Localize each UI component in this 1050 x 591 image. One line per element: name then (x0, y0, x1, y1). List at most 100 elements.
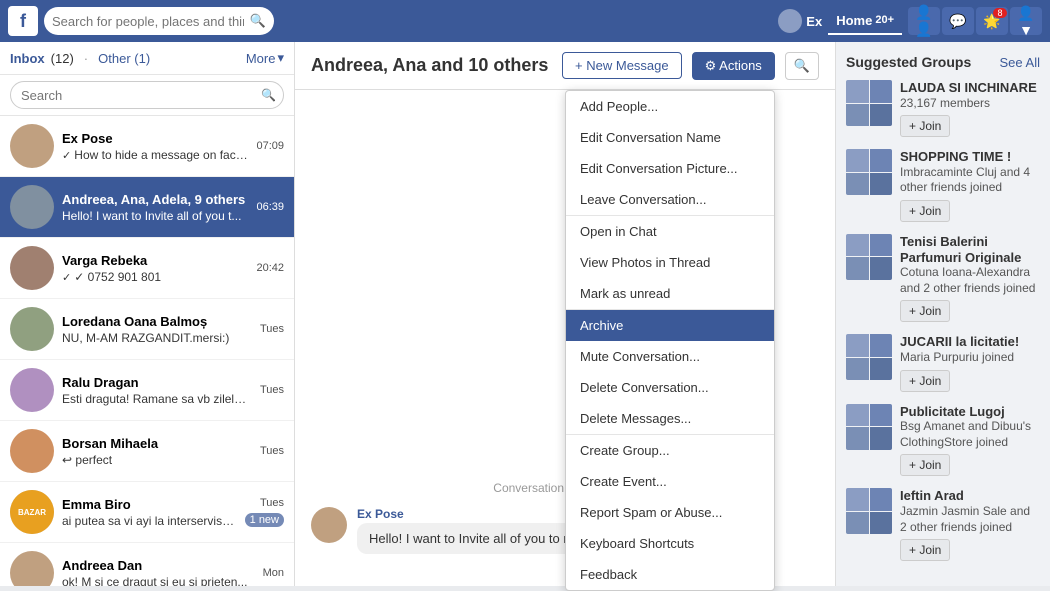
group-sub: Maria Purpuriu joined (900, 350, 1040, 366)
dropdown-item-create-event[interactable]: Create Event... (566, 466, 774, 497)
join-button[interactable]: + Join (900, 370, 950, 392)
group-info: SHOPPING TIME ! Imbracaminte Cluj and 4 … (900, 149, 1040, 222)
messages-button[interactable]: 💬 (942, 7, 974, 35)
conversation-item[interactable]: Borsan Mihaela ↩ perfect Tues (0, 421, 294, 482)
group-name: LAUDA SI INCHINARE (900, 80, 1040, 96)
conv-info: Ralu Dragan Esti draguta! Ramane sa vb z… (62, 375, 252, 406)
conversation-item[interactable]: Varga Rebeka ✓ ✓ 0752 901 801 20:42 (0, 238, 294, 299)
dropdown-item-mark-unread[interactable]: Mark as unread (566, 278, 774, 309)
inbox-count: (12) (51, 51, 74, 66)
conversation-item[interactable]: Ex Pose ✓ How to hide a message on face.… (0, 116, 294, 177)
dropdown-item-keyboard[interactable]: Keyboard Shortcuts (566, 528, 774, 559)
inbox-tab[interactable]: Inbox (10, 51, 45, 66)
other-tab[interactable]: Other (1) (98, 51, 150, 66)
conv-name: Andreea, Ana, Adela, 9 others (62, 192, 248, 207)
join-button[interactable]: + Join (900, 454, 950, 476)
message-avatar (311, 507, 347, 543)
notifications-button[interactable]: 🌟 8 (976, 7, 1008, 35)
dropdown-item-delete-msg[interactable]: Delete Messages... (566, 403, 774, 434)
group-item-tenisi: Tenisi Balerini Parfumuri Originale Cotu… (846, 234, 1040, 322)
dropdown-item-view-photos[interactable]: View Photos in Thread (566, 247, 774, 278)
conversation-item[interactable]: BAZAR Emma Biro ai putea sa vi ayi la in… (0, 482, 294, 543)
avatar (10, 185, 54, 229)
search-input[interactable] (52, 14, 244, 29)
conversation-item[interactable]: Loredana Oana Balmoș NU, M-AM RAZGANDIT.… (0, 299, 294, 360)
facebook-logo[interactable]: f (8, 6, 38, 36)
conv-name: Loredana Oana Balmoș (62, 314, 252, 329)
conv-time: Mon (263, 567, 284, 579)
conversation-title: Andreea, Ana and 10 others (311, 55, 552, 76)
dropdown-item-add-people[interactable]: Add People... (566, 91, 774, 122)
group-item-shopping: SHOPPING TIME ! Imbracaminte Cluj and 4 … (846, 149, 1040, 222)
conv-time: 20:42 (256, 262, 284, 274)
conv-info: Andreea Dan ok! M si ce dragut si eu si … (62, 558, 255, 587)
main-area: Andreea, Ana and 10 others + New Message… (295, 42, 835, 586)
conv-meta: Tues (260, 384, 284, 396)
search-bar[interactable]: 🔍 (44, 7, 274, 35)
conv-info: Borsan Mihaela ↩ perfect (62, 436, 252, 467)
dropdown-item-edit-name[interactable]: Edit Conversation Name (566, 122, 774, 153)
group-sub: Bsg Amanet and Dibuu's ClothingStore joi… (900, 419, 1040, 450)
join-button[interactable]: + Join (900, 300, 950, 322)
avatar (10, 307, 54, 351)
join-button[interactable]: + Join (900, 200, 950, 222)
conv-search-icon: 🔍 (261, 88, 276, 102)
more-button[interactable]: More ▾ (246, 50, 284, 66)
avatar: BAZAR (10, 490, 54, 534)
dropdown-item-create-group[interactable]: Create Group... (566, 435, 774, 466)
group-item-lauda: LAUDA SI INCHINARE 23,167 members + Join (846, 80, 1040, 137)
account-menu-button[interactable]: 👤 ▼ (1010, 7, 1042, 35)
join-button[interactable]: + Join (900, 115, 950, 137)
home-button[interactable]: Home 20+ (828, 7, 902, 35)
avatar (10, 429, 54, 473)
new-message-button[interactable]: + New Message (562, 52, 682, 79)
dropdown-item-delete-conv[interactable]: Delete Conversation... (566, 372, 774, 403)
conversation-list: Ex Pose ✓ How to hide a message on face.… (0, 116, 294, 586)
conv-preview: Hello! I want to Invite all of you t... (62, 209, 248, 223)
conv-search-input[interactable] (10, 81, 284, 109)
search-message-button[interactable]: 🔍 (785, 52, 819, 80)
group-avatar (846, 334, 892, 380)
actions-button[interactable]: ⚙ Actions (692, 52, 775, 80)
dropdown-item-feedback[interactable]: Feedback (566, 559, 774, 590)
group-avatar (846, 149, 892, 195)
left-sidebar: Inbox (12) · Other (1) More ▾ 🔍 Ex Pose … (0, 42, 295, 586)
conv-time: Tues (260, 445, 284, 457)
group-item-publicitate: Publicitate Lugoj Bsg Amanet and Dibuu's… (846, 404, 1040, 477)
dropdown-item-mute[interactable]: Mute Conversation... (566, 341, 774, 372)
conversation-item[interactable]: Ralu Dragan Esti draguta! Ramane sa vb z… (0, 360, 294, 421)
user-nav[interactable]: Ex (778, 9, 822, 33)
conv-meta: 20:42 (256, 262, 284, 274)
group-info: Tenisi Balerini Parfumuri Originale Cotu… (900, 234, 1040, 322)
conv-meta: Tues (260, 323, 284, 335)
conv-preview: ai putea sa vi ayi la interservisan ... (62, 514, 237, 528)
conv-info: Varga Rebeka ✓ ✓ 0752 901 801 (62, 253, 248, 284)
conv-meta: Tues (260, 445, 284, 457)
join-button[interactable]: + Join (900, 539, 950, 561)
conversation-item[interactable]: Andreea Dan ok! M si ce dragut si eu si … (0, 543, 294, 586)
conv-name: Emma Biro (62, 497, 237, 512)
conv-meta: Tues 1 new (245, 497, 284, 527)
conv-info: Loredana Oana Balmoș NU, M-AM RAZGANDIT.… (62, 314, 252, 345)
avatar (10, 246, 54, 290)
group-sub: 23,167 members (900, 96, 1040, 112)
group-item-ieftin: Ieftin Arad Jazmin Jasmin Sale and 2 oth… (846, 488, 1040, 561)
dropdown-item-archive[interactable]: Archive (566, 310, 774, 341)
group-sub: Imbracaminte Cluj and 4 other friends jo… (900, 165, 1040, 196)
group-avatar (846, 80, 892, 126)
group-name: SHOPPING TIME ! (900, 149, 1040, 165)
dropdown-item-edit-picture[interactable]: Edit Conversation Picture... (566, 153, 774, 184)
group-name: Ieftin Arad (900, 488, 1040, 504)
group-sub: Jazmin Jasmin Sale and 2 other friends j… (900, 504, 1040, 535)
dropdown-item-report-spam[interactable]: Report Spam or Abuse... (566, 497, 774, 528)
conversation-item[interactable]: Andreea, Ana, Adela, 9 others Hello! I w… (0, 177, 294, 238)
main-header: Andreea, Ana and 10 others + New Message… (295, 42, 835, 90)
conv-preview: ↩ perfect (62, 453, 252, 467)
conv-name: Ralu Dragan (62, 375, 252, 390)
friend-requests-button[interactable]: 👤👤 (908, 7, 940, 35)
conv-time: Tues (260, 323, 284, 335)
dropdown-item-leave[interactable]: Leave Conversation... (566, 184, 774, 215)
dropdown-item-open-chat[interactable]: Open in Chat (566, 216, 774, 247)
group-name: Tenisi Balerini Parfumuri Originale (900, 234, 1040, 265)
see-all-link[interactable]: See All (1000, 55, 1040, 70)
